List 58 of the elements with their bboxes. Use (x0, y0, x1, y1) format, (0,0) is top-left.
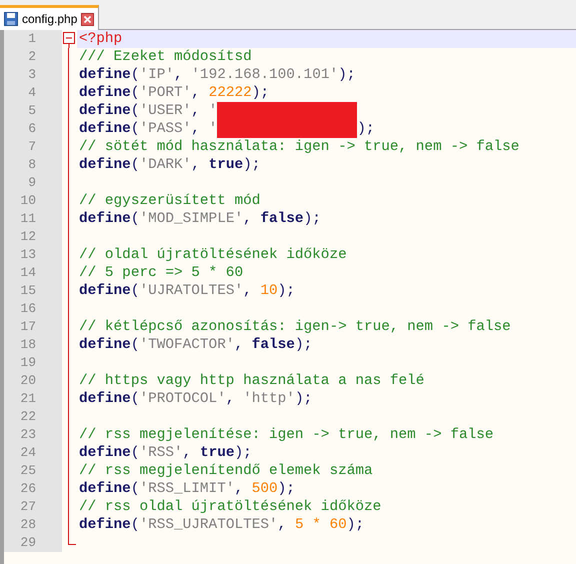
line-number: 15 (4, 282, 62, 300)
line-number: 19 (4, 354, 62, 372)
line-number: 16 (4, 300, 62, 318)
line-number: 6 (4, 120, 62, 138)
code-text: // rss oldal újratöltésének időköze (79, 498, 382, 516)
code-text: define('PASS', ' (79, 120, 218, 138)
line-number: 22 (4, 408, 62, 426)
line-number: 7 (4, 138, 62, 156)
line-number: 20 (4, 372, 62, 390)
code-text: // kétlépcső azonosítás: igen-> true, nem -> false (79, 318, 511, 336)
code-text: define('RSS', true); (79, 444, 252, 462)
line-number: 17 (4, 318, 62, 336)
code-text: define('TWOFACTOR', false); (79, 336, 312, 354)
line-number: 27 (4, 498, 62, 516)
tab-label: config.php (22, 12, 78, 26)
line-number: 13 (4, 246, 62, 264)
code-text: define('RSS_UJRATOLTES', 5 * 60); (79, 516, 364, 534)
code-text: define('USER', ' (79, 102, 218, 120)
code-text: // 5 perc => 5 * 60 (79, 264, 244, 282)
line-number: 2 (4, 48, 62, 66)
line-number: 24 (4, 444, 62, 462)
code-text: define('MOD_SIMPLE', false); (79, 210, 321, 228)
code-text: /// Ezeket módosítsd (79, 48, 252, 66)
line-number: 21 (4, 390, 62, 408)
code-text: define('UJRATOLTES', 10); (79, 282, 295, 300)
line-number: 25 (4, 462, 62, 480)
code-text: <?php (79, 30, 122, 48)
code-text: define('PROTOCOL', 'http'); (79, 390, 312, 408)
code-text: // https vagy http használata a nas felé (79, 372, 424, 390)
line-number: 14 (4, 264, 62, 282)
close-icon[interactable] (81, 12, 94, 26)
fold-end-line (68, 534, 76, 545)
line-number: 29 (4, 534, 62, 552)
code-text: define('DARK', true); (79, 156, 260, 174)
file-tab[interactable]: config.php (0, 5, 100, 30)
code-text: // rss megjelenítése: igen -> true, nem -> false (79, 426, 494, 444)
line-number: 28 (4, 516, 62, 534)
line-number: 1 (4, 30, 62, 48)
line-number: 4 (4, 84, 62, 102)
code-text: define('PORT', 22222); (79, 84, 270, 102)
code-text: // rss megjelenítendő elemek száma (79, 462, 373, 480)
line-number: 23 (4, 426, 62, 444)
code-text: // oldal újratöltésének időköze (79, 246, 347, 264)
code-text: define('IP', '192.168.100.101'); (79, 66, 356, 84)
line-number: 10 (4, 192, 62, 210)
fold-minus-icon[interactable] (63, 30, 75, 48)
code-text: ); (357, 120, 374, 138)
line-number: 5 (4, 102, 62, 120)
line-number: 26 (4, 480, 62, 498)
line-number: 9 (4, 174, 62, 192)
code-text: // sötét mód használata: igen -> true, nem -> false (79, 138, 520, 156)
line-number: 8 (4, 156, 62, 174)
line-number: 3 (4, 66, 62, 84)
line-number: 11 (4, 210, 62, 228)
code-text: define('RSS_LIMIT', 500); (79, 480, 295, 498)
code-text: // egyszerüsített mód (79, 192, 260, 210)
line-number: 18 (4, 336, 62, 354)
line-number: 12 (4, 228, 62, 246)
